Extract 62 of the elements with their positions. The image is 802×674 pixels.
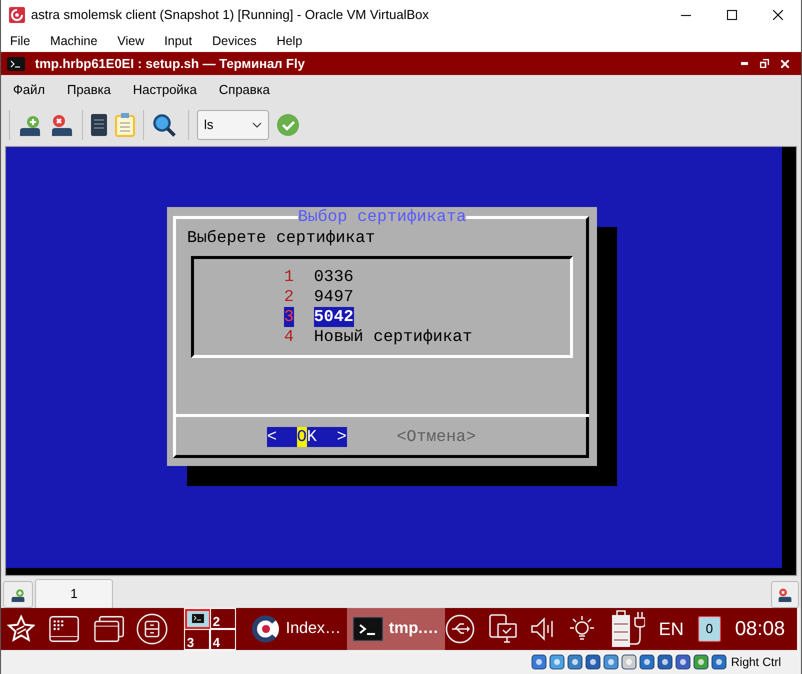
command-combo-box[interactable]: ls (197, 110, 269, 140)
remove-user-icon[interactable] (50, 114, 74, 136)
host-key-label: Right Ctrl (730, 654, 781, 671)
menu-item[interactable]: Machine (45, 32, 102, 50)
app-grid-icon[interactable] (49, 615, 80, 643)
close-icon[interactable] (781, 60, 789, 68)
keyboard-layout-indicator[interactable]: EN (658, 616, 684, 642)
ok-button[interactable]: < OK > (267, 427, 347, 447)
remove-user-icon (777, 588, 793, 602)
desktop-number: 4 (212, 634, 220, 652)
volume-icon[interactable] (530, 617, 553, 641)
file-cabinet-icon[interactable] (136, 612, 168, 646)
restore-icon[interactable] (760, 59, 769, 68)
add-user-icon[interactable] (18, 114, 42, 136)
copy-icon[interactable] (91, 114, 107, 136)
list-item[interactable]: 0336 (314, 267, 354, 287)
desktop-number: 2 (212, 612, 220, 630)
add-user-icon (10, 588, 26, 602)
close-tab-button[interactable] (771, 581, 799, 608)
task-button[interactable]: tmp.… (346, 608, 445, 650)
terminal-icon (352, 617, 383, 641)
menu-item[interactable]: Input (159, 32, 198, 50)
check-icon[interactable] (277, 114, 299, 136)
minimize-icon (681, 14, 691, 16)
menu-item[interactable]: Help (272, 32, 308, 50)
desktop-cell[interactable]: 2 (210, 608, 236, 629)
window-title: astra smolemsk client (Snapshot 1) [Running] - Oracle VM VirtualBox (31, 6, 429, 24)
menu-item[interactable]: Настройка (124, 80, 205, 100)
notification-counter[interactable]: 0 (698, 616, 721, 642)
clipboard-icon[interactable] (115, 113, 135, 137)
list-item[interactable]: Новый сертификат (314, 327, 472, 347)
app-logo-icon (9, 7, 25, 23)
menu-item[interactable]: Правка (58, 80, 119, 100)
chevron-down-icon (252, 122, 262, 128)
close-icon (773, 10, 783, 20)
menu-item[interactable]: Справка (210, 80, 278, 100)
terminal-thumbnail-icon (184, 609, 211, 629)
windows-icon[interactable] (94, 615, 124, 643)
terminal-icon (7, 56, 25, 70)
battery-plug-icon[interactable] (610, 610, 645, 648)
search-icon[interactable] (152, 113, 176, 137)
new-tab-button[interactable] (3, 581, 33, 608)
dialog-title: Выбор сертификата (298, 207, 466, 227)
tab[interactable]: 1 (35, 579, 113, 608)
list-item[interactable]: 9497 (314, 287, 354, 307)
desktop-number: 3 (186, 634, 194, 652)
window-title: tmp.hrbp61E0EI : setup.sh — Терминал Fly (35, 54, 305, 73)
maximize-icon (727, 10, 737, 20)
desktop-cell[interactable]: 4 (210, 629, 236, 650)
list-item[interactable]: 5042 (314, 307, 354, 327)
prompt-text: Выберете сертификат (187, 228, 376, 248)
c-logo-icon (252, 615, 280, 643)
desktop-cell[interactable] (184, 608, 210, 629)
task-button[interactable]: Index… (246, 608, 347, 650)
desktop-cell[interactable]: 3 (184, 629, 210, 650)
menu-item[interactable]: Файл (5, 80, 53, 100)
menu-item[interactable]: File (5, 32, 36, 50)
star-menu-icon[interactable] (7, 614, 36, 644)
menu-item[interactable]: Devices (207, 32, 262, 50)
displays-icon[interactable] (488, 614, 517, 644)
menu-item[interactable]: View (112, 32, 150, 50)
clock: 08:08 (734, 617, 785, 642)
